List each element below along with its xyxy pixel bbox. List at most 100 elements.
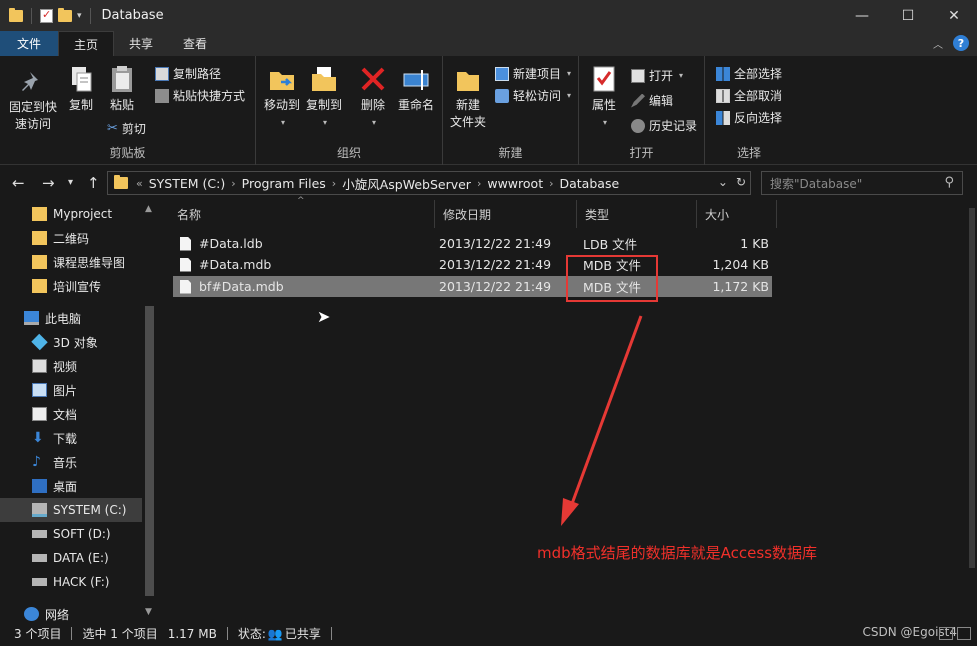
sidebar-item-label: 3D 对象 bbox=[53, 335, 98, 350]
new-folder-quick-access-icon[interactable] bbox=[58, 7, 72, 22]
history-button[interactable]: 历史记录 bbox=[631, 117, 697, 134]
file-type: LDB 文件 bbox=[583, 237, 638, 252]
sidebar-item[interactable]: 此电脑 bbox=[0, 306, 142, 330]
recent-locations-icon[interactable]: ▾ bbox=[68, 177, 73, 188]
file-icon bbox=[180, 236, 191, 251]
sidebar-item[interactable]: 图片 bbox=[0, 378, 142, 402]
rename-button[interactable]: 重命名 bbox=[395, 64, 437, 114]
sidebar-item[interactable]: SYSTEM (C:) bbox=[0, 498, 142, 522]
minimize-button[interactable]: — bbox=[839, 0, 885, 31]
copy-path-button[interactable]: 复制路径 bbox=[155, 65, 221, 82]
file-date: 2013/12/22 21:49 bbox=[439, 257, 552, 272]
sidebar-item[interactable]: SOFT (D:) bbox=[0, 522, 142, 546]
navigation-bar: ← → ▾ ↑ « SYSTEM (C:) › Program Files › … bbox=[0, 166, 977, 200]
collapse-ribbon-icon[interactable]: ︿ bbox=[933, 36, 943, 51]
chevron-right-icon[interactable]: › bbox=[231, 177, 235, 190]
sidebar-item[interactable]: 3D 对象 bbox=[0, 330, 142, 354]
easy-access-button[interactable]: 轻松访问 ▾ bbox=[495, 87, 571, 104]
breadcrumb-system-c[interactable]: SYSTEM (C:) bbox=[149, 176, 226, 191]
tab-view[interactable]: 查看 bbox=[168, 31, 222, 56]
paste-shortcut-button[interactable]: 粘贴快捷方式 bbox=[155, 87, 245, 104]
sidebar-item[interactable]: 课程思维导图 bbox=[0, 250, 142, 274]
forward-arrow-icon[interactable]: → bbox=[42, 174, 55, 192]
column-header-name[interactable]: 名称 ^ bbox=[169, 196, 435, 228]
file-row[interactable]: #Data.ldb 2013/12/22 21:49 LDB 文件 1 KB bbox=[173, 233, 772, 254]
file-row[interactable]: bf#Data.mdb 2013/12/22 21:49 MDB 文件 1,172 K… bbox=[173, 276, 772, 297]
sidebar-item[interactable]: 二维码 bbox=[0, 226, 142, 250]
sidebar-item[interactable]: 文档 bbox=[0, 402, 142, 426]
column-header-size[interactable]: 大小 bbox=[697, 200, 777, 228]
clipboard-group: 固定到快 速访问 复制 粘贴 复制路径 粘贴快捷方式 ✂ 剪切 剪贴板 bbox=[0, 56, 256, 165]
sidebar-item[interactable]: ♪ 音乐 bbox=[0, 450, 142, 474]
cut-button[interactable]: ✂ 剪切 bbox=[107, 120, 146, 137]
close-button[interactable]: ✕ bbox=[931, 0, 977, 31]
breadcrumb-aspwebserver[interactable]: 小旋风AspWebServer bbox=[342, 174, 471, 193]
sidebar-item[interactable]: 培训宣传 bbox=[0, 274, 142, 298]
breadcrumb-database[interactable]: Database bbox=[560, 176, 620, 191]
help-icon[interactable]: ? bbox=[953, 35, 969, 51]
content-scroll-thumb[interactable] bbox=[969, 208, 975, 568]
search-input[interactable]: 搜索"Database" ⚲ bbox=[761, 171, 963, 195]
overflow-crumbs[interactable]: « bbox=[136, 177, 143, 190]
properties-button[interactable]: 属性 ▾ bbox=[587, 64, 621, 131]
scroll-down-icon[interactable]: ▼ bbox=[145, 607, 152, 617]
open-button[interactable]: 打开 ▾ bbox=[631, 67, 683, 84]
selection-count: 选中 1 个项目 bbox=[82, 627, 158, 641]
tab-file[interactable]: 文件 bbox=[0, 31, 59, 56]
sidebar-item[interactable]: Myproject bbox=[0, 202, 142, 226]
sidebar-item[interactable]: DATA (E:) bbox=[0, 546, 142, 570]
sidebar-item[interactable]: 桌面 bbox=[0, 474, 142, 498]
file-date: 2013/12/22 21:49 bbox=[439, 279, 552, 294]
sidebar-scroll-thumb[interactable] bbox=[145, 306, 154, 596]
new-item-button[interactable]: 新建项目 ▾ bbox=[495, 65, 571, 82]
new-folder-button[interactable]: 新建 文件夹 bbox=[448, 64, 488, 131]
shared-status: 已共享 bbox=[284, 627, 321, 641]
open-group-label: 打开 bbox=[629, 146, 654, 160]
scroll-up-icon[interactable]: ▲ bbox=[145, 204, 152, 214]
file-size: 1,172 KB bbox=[712, 279, 769, 294]
sidebar-item[interactable]: HACK (F:) bbox=[0, 570, 142, 594]
column-header-date[interactable]: 修改日期 bbox=[435, 200, 577, 228]
chevron-down-icon: ▾ bbox=[322, 118, 327, 127]
move-to-button[interactable]: 移动到 ▾ bbox=[262, 64, 302, 131]
copy-button[interactable]: 复制 bbox=[63, 64, 99, 114]
invert-selection-button[interactable]: 反向选择 bbox=[716, 109, 782, 126]
address-dropdown-icon[interactable]: ⌄ bbox=[718, 175, 728, 189]
chevron-right-icon[interactable]: › bbox=[477, 177, 481, 190]
sidebar-item-label: SOFT (D:) bbox=[53, 527, 111, 541]
copy-to-button[interactable]: 复制到 ▾ bbox=[304, 64, 344, 131]
customize-quick-access-icon[interactable]: ▾ bbox=[77, 11, 82, 21]
sidebar-item[interactable]: ⬇ 下载 bbox=[0, 426, 142, 450]
large-icons-view-icon[interactable] bbox=[957, 627, 971, 640]
status-state-label: 状态: bbox=[237, 627, 266, 641]
content-scrollbar[interactable] bbox=[967, 200, 977, 621]
file-row[interactable]: #Data.mdb 2013/12/22 21:49 MDB 文件 1,204 KB bbox=[173, 254, 772, 275]
back-arrow-icon[interactable]: ← bbox=[12, 174, 25, 192]
select-all-button[interactable]: 全部选择 bbox=[716, 65, 782, 82]
refresh-icon[interactable]: ↻ bbox=[736, 175, 746, 189]
pictures-icon bbox=[32, 383, 47, 397]
maximize-button[interactable]: ☐ bbox=[885, 0, 931, 31]
breadcrumb-wwwroot[interactable]: wwwroot bbox=[487, 176, 543, 191]
column-header-type[interactable]: 类型 bbox=[577, 200, 697, 228]
edit-button[interactable]: 编辑 bbox=[631, 92, 673, 109]
chevron-right-icon[interactable]: › bbox=[549, 177, 553, 190]
sidebar-scrollbar[interactable]: ▲ ▼ bbox=[142, 200, 157, 621]
sidebar-item[interactable]: 视频 bbox=[0, 354, 142, 378]
pin-quick-access-button[interactable]: 固定到快 速访问 bbox=[7, 66, 59, 133]
folder-icon bbox=[32, 231, 47, 245]
address-bar[interactable]: « SYSTEM (C:) › Program Files › 小旋风AspWe… bbox=[107, 171, 751, 195]
breadcrumb-program-files[interactable]: Program Files bbox=[242, 176, 326, 191]
properties-quick-access-icon[interactable] bbox=[40, 8, 53, 23]
file-icon bbox=[180, 279, 191, 294]
tab-share[interactable]: 共享 bbox=[114, 31, 168, 56]
delete-button[interactable]: 删除 ▾ bbox=[357, 64, 389, 131]
tab-home[interactable]: 主页 bbox=[58, 31, 115, 56]
folder-icon bbox=[9, 7, 23, 22]
select-none-button[interactable]: 全部取消 bbox=[716, 87, 782, 104]
chevron-right-icon[interactable]: › bbox=[332, 177, 336, 190]
details-view-icon[interactable] bbox=[939, 627, 953, 640]
paste-button[interactable]: 粘贴 bbox=[104, 64, 140, 114]
up-arrow-icon[interactable]: ↑ bbox=[87, 174, 100, 192]
paste-icon bbox=[112, 66, 132, 92]
